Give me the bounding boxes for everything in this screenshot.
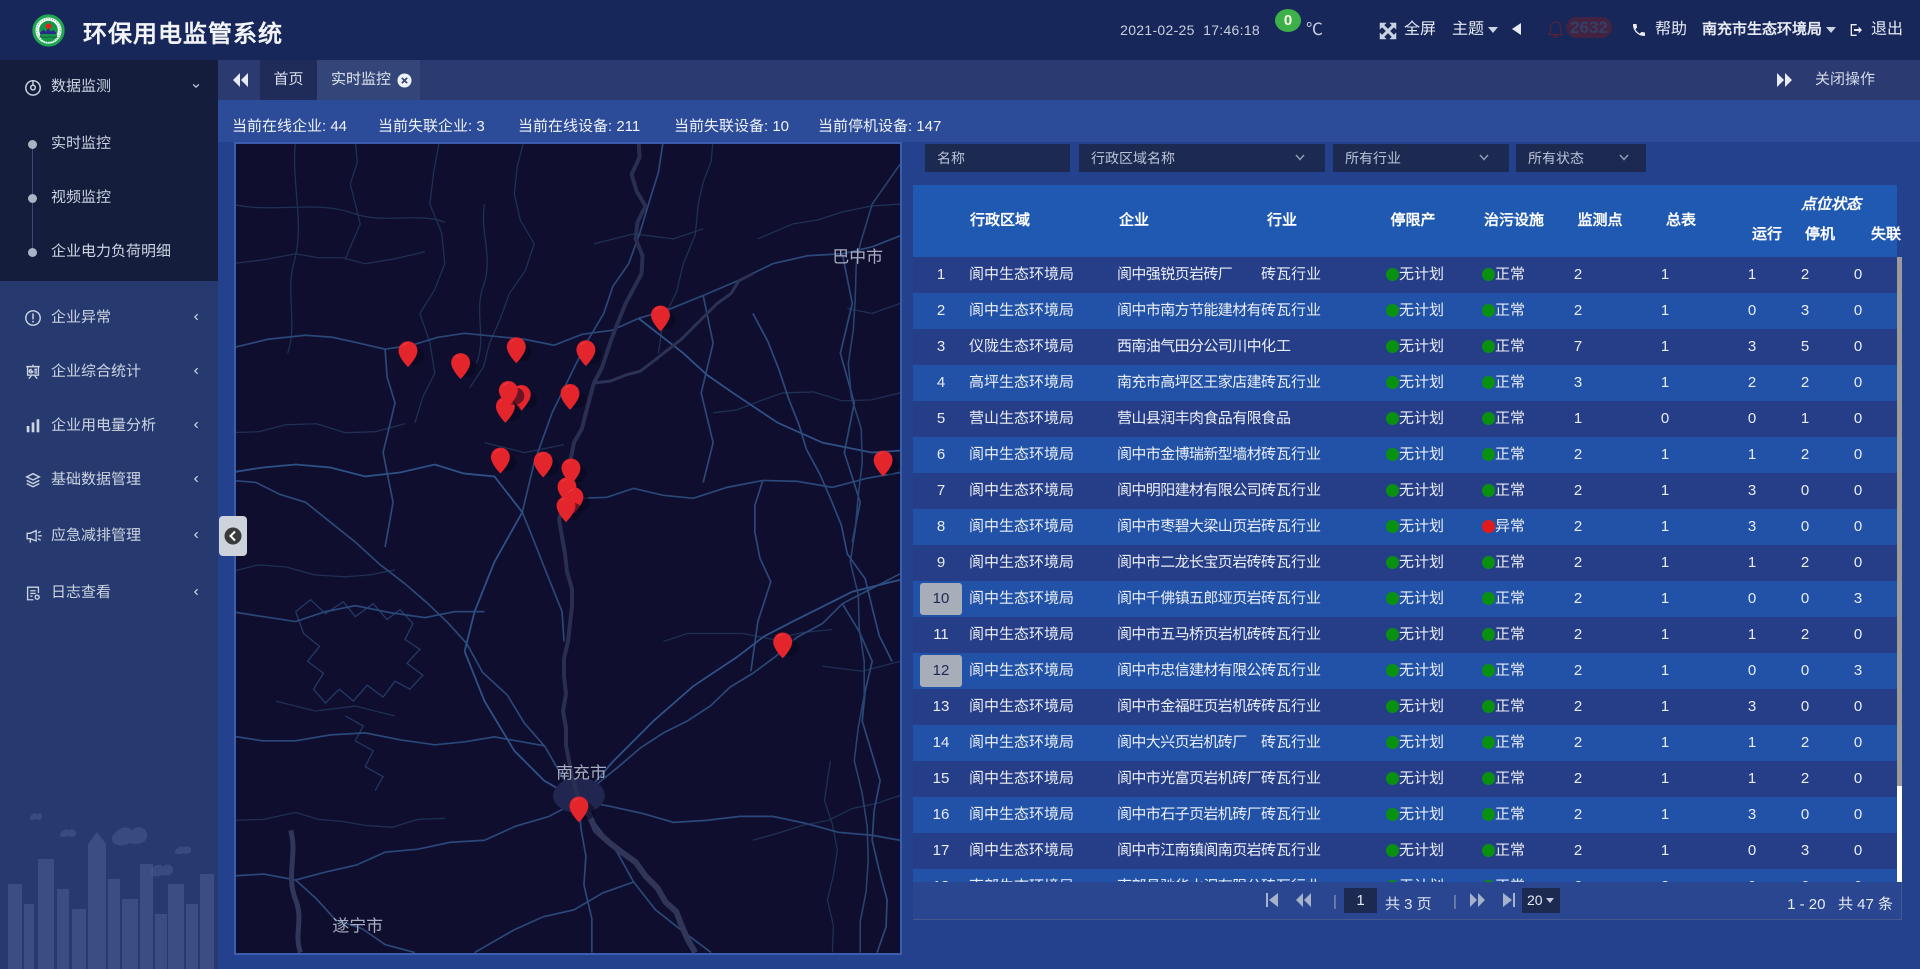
svg-text:遂宁市: 遂宁市 [332, 917, 383, 936]
svg-text:巴中市: 巴中市 [832, 248, 883, 267]
svg-text:南充市: 南充市 [556, 764, 607, 783]
